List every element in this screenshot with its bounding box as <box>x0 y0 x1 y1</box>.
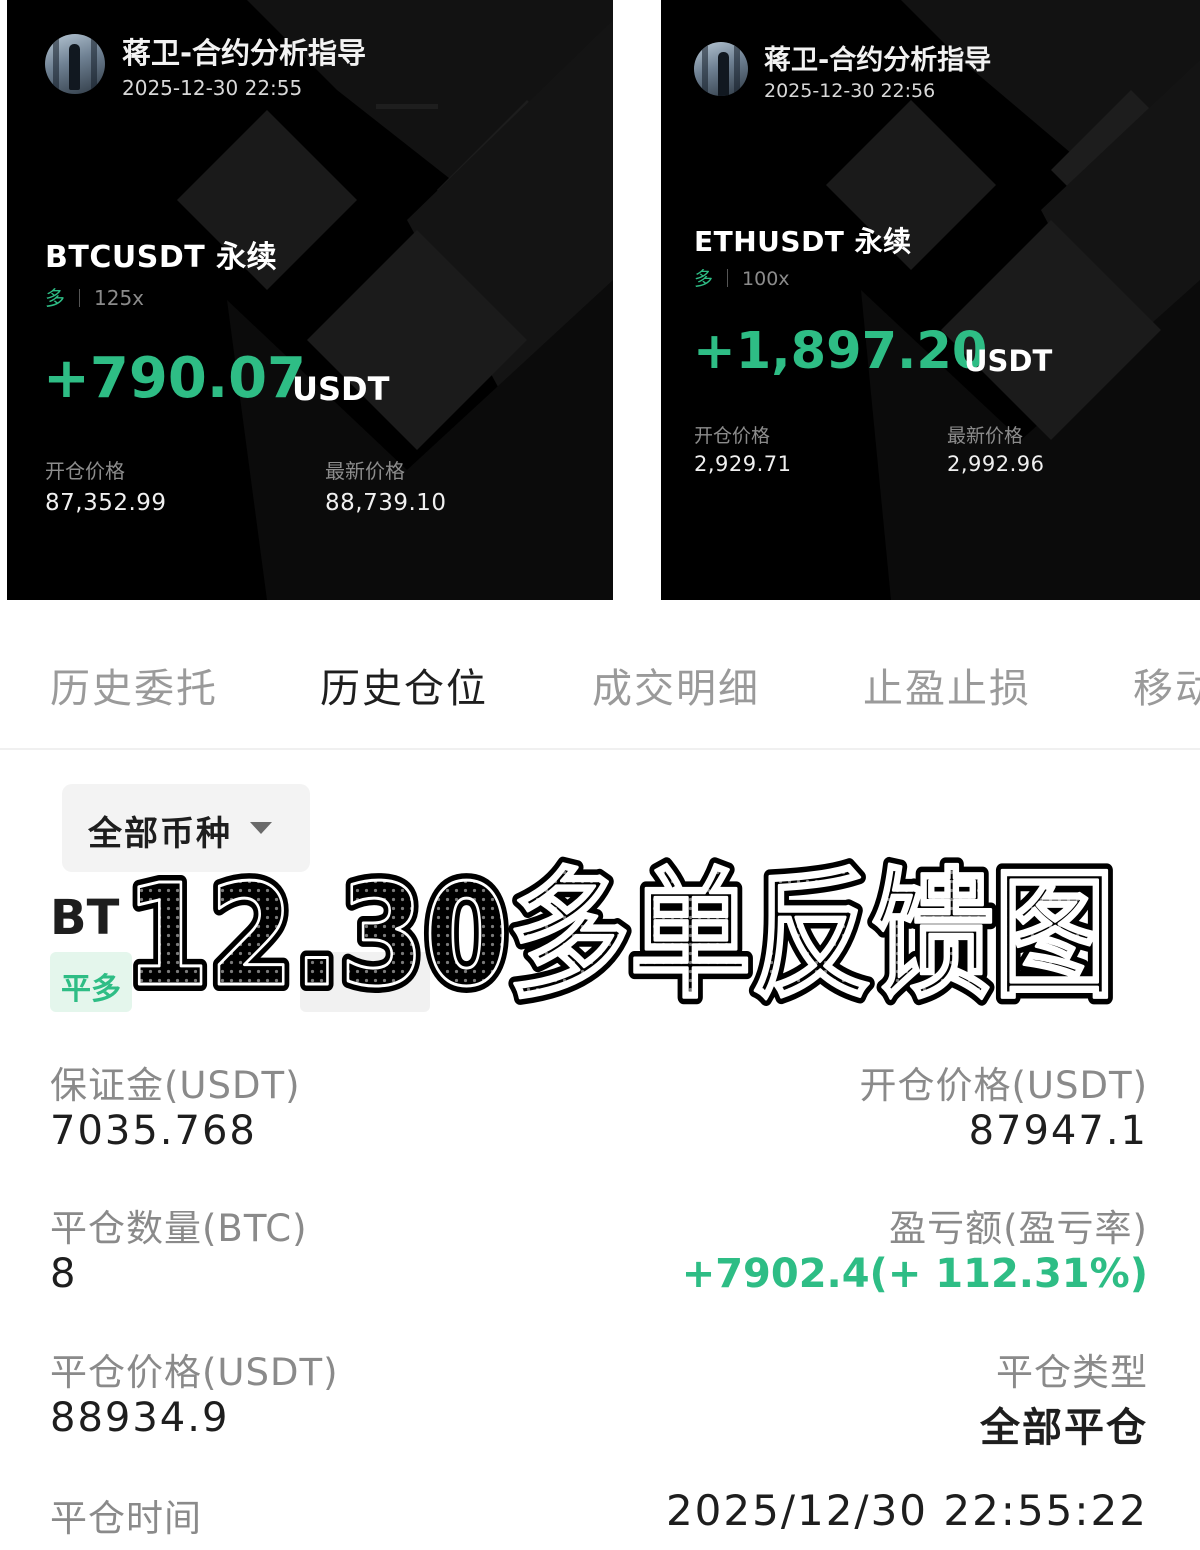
close-type-label: 平仓类型 <box>996 1351 1148 1394</box>
pnl-amount: +1,897.20 <box>693 322 988 381</box>
pnl-value: +7902.4(+ 112.31%) <box>681 1251 1148 1297</box>
close-price-label: 平仓价格(USDT) <box>50 1351 339 1394</box>
tab-trailing[interactable]: 移动 <box>1133 656 1200 714</box>
overlay-title-graphic: 12.30多单反馈图 12.30多单反馈图 <box>118 848 1122 1022</box>
side-leverage: 多 125x <box>45 282 144 311</box>
open-price-label: 开仓价格 <box>45 459 125 483</box>
pnl-unit: USDT <box>292 370 390 408</box>
contract-symbol: BTCUSDT 永续 <box>45 240 278 275</box>
open-price-label: 开仓价格 <box>694 425 771 447</box>
tab-tp-sl[interactable]: 止盈止损 <box>863 656 1031 714</box>
pnl-amount: +790.07 <box>43 346 307 411</box>
last-price-label: 最新价格 <box>947 425 1024 447</box>
open-price-value: 87947.1 <box>968 1108 1148 1154</box>
contract-symbol: ETHUSDT 永续 <box>694 225 912 258</box>
tab-history-orders[interactable]: 历史委托 <box>50 656 218 714</box>
tab-history-positions[interactable]: 历史仓位 <box>320 656 488 714</box>
side-leverage: 多 100x <box>694 264 790 291</box>
position-symbol: BT <box>50 890 120 946</box>
leverage-label: 125x <box>94 286 145 310</box>
tab-trade-details[interactable]: 成交明细 <box>592 656 760 714</box>
eth-share-card: 蒋卫-合约分析指导 2025-12-30 22:56 ETHUSDT 永续 多 1… <box>661 0 1200 600</box>
active-tab-indicator <box>376 104 438 109</box>
tabs-divider <box>0 748 1200 750</box>
open-price-label: 开仓价格(USDT) <box>859 1064 1148 1107</box>
last-price-value: 88,739.10 <box>325 490 447 516</box>
close-qty-value: 8 <box>50 1251 78 1297</box>
avatar <box>45 34 105 94</box>
username: 蒋卫-合约分析指导 <box>122 36 367 70</box>
direction-label: 多 <box>45 286 65 310</box>
history-tabs: 历史委托 历史仓位 成交明细 止盈止损 移动 <box>0 640 1200 750</box>
last-price-value: 2,992.96 <box>947 452 1045 476</box>
margin-value: 7035.768 <box>50 1108 257 1154</box>
btc-share-card: 蒋卫-合约分析指导 2025-12-30 22:55 BTCUSDT 永续 多 1… <box>7 0 613 600</box>
margin-label: 保证金(USDT) <box>50 1064 301 1107</box>
open-price-value: 87,352.99 <box>45 490 167 516</box>
close-type-value: 全部平仓 <box>980 1405 1148 1451</box>
close-time-label: 平仓时间 <box>50 1497 202 1540</box>
direction-label: 多 <box>694 268 714 290</box>
pnl-label: 盈亏额(盈亏率) <box>889 1207 1148 1250</box>
pnl-unit: USDT <box>964 344 1053 378</box>
close-price-value: 88934.9 <box>50 1395 230 1441</box>
close-qty-label: 平仓数量(BTC) <box>50 1207 308 1250</box>
share-time: 2025-12-30 22:55 <box>122 76 303 100</box>
close-time-value: 2025/12/30 22:55:22 <box>665 1486 1148 1535</box>
leverage-label: 100x <box>742 268 790 290</box>
overlay-title-outline: 12.30多单反馈图 <box>125 855 1115 1018</box>
separator <box>727 269 729 287</box>
avatar <box>694 42 748 96</box>
separator <box>79 289 80 307</box>
share-time: 2025-12-30 22:56 <box>764 80 936 102</box>
username: 蒋卫-合约分析指导 <box>764 45 992 76</box>
open-price-value: 2,929.71 <box>694 452 792 476</box>
last-price-label: 最新价格 <box>325 459 405 483</box>
